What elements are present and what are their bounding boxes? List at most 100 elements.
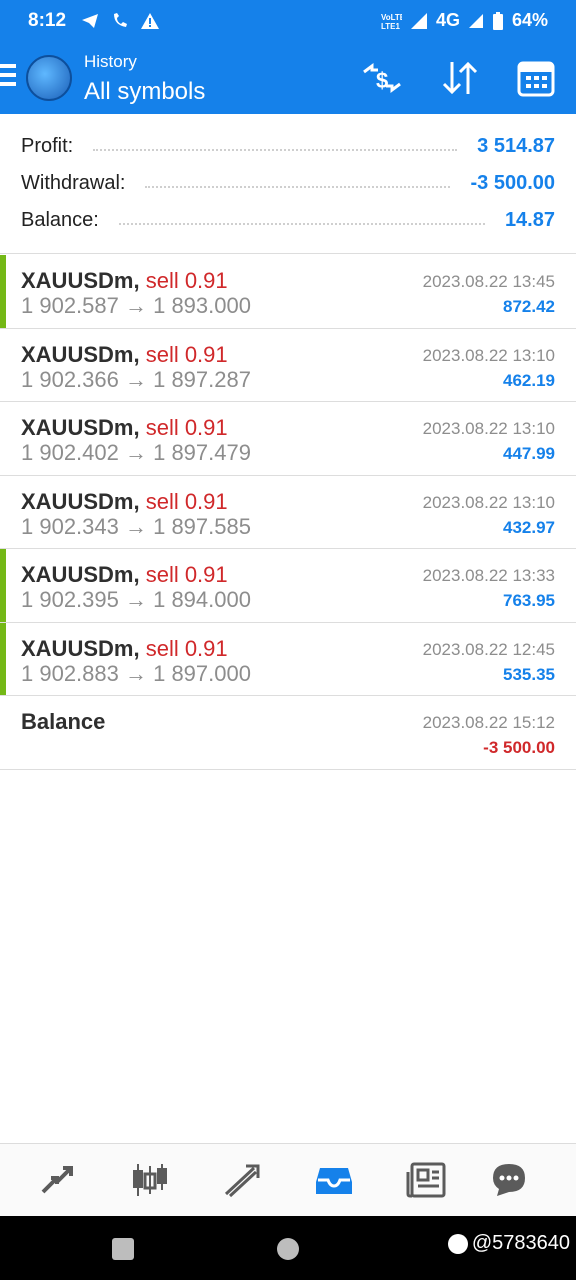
balance-operation-row[interactable]: Balance 2023.08.22 15:12 -3 500.00 bbox=[0, 696, 576, 770]
deal-symbol-line: XAUUSDm, sell 0.91 bbox=[21, 342, 228, 368]
deal-row[interactable]: XAUUSDm, sell 0.91 1 902.366 → 1 897.287… bbox=[0, 329, 576, 402]
dotted-leader bbox=[118, 223, 485, 225]
trade-icon[interactable] bbox=[222, 1160, 262, 1200]
watermark: @5783640 bbox=[447, 1232, 570, 1255]
svg-text:LTE1: LTE1 bbox=[381, 22, 401, 31]
deal-datetime: 2023.08.22 13:10 bbox=[422, 345, 555, 365]
svg-text:VoLTE: VoLTE bbox=[381, 13, 402, 22]
app-logo bbox=[26, 55, 72, 101]
header-subtitle: History bbox=[84, 52, 137, 71]
wifi-call-icon bbox=[114, 13, 127, 27]
battery-icon bbox=[492, 11, 503, 30]
status-time: 8:12 bbox=[28, 10, 67, 31]
status-right: VoLTELTE1 4G 64% bbox=[380, 10, 548, 31]
deal-prices: 1 902.395 → 1 894.000 bbox=[21, 587, 251, 612]
deal-row[interactable]: XAUUSDm, sell 0.91 1 902.587 → 1 893.000… bbox=[0, 255, 576, 329]
deal-profit: 872.42 bbox=[503, 297, 555, 316]
deals-list: XAUUSDm, sell 0.91 1 902.587 → 1 893.000… bbox=[0, 255, 576, 770]
recents-button[interactable] bbox=[112, 1238, 134, 1260]
deal-symbol-line: XAUUSDm, sell 0.91 bbox=[21, 415, 228, 441]
news-icon[interactable] bbox=[406, 1160, 446, 1200]
signal-icon bbox=[410, 12, 427, 29]
profit-value: 3 514.87 bbox=[477, 134, 555, 157]
deal-profit: 763.95 bbox=[503, 591, 555, 610]
history-icon[interactable] bbox=[314, 1160, 354, 1200]
deal-symbol: XAUUSDm, bbox=[21, 268, 140, 293]
deal-prices: 1 902.366 → 1 897.287 bbox=[21, 366, 251, 392]
profit-label: Profit: bbox=[21, 134, 74, 157]
volte-icon: VoLTELTE1 bbox=[381, 13, 402, 31]
deal-profit: 535.35 bbox=[503, 664, 555, 684]
deal-row[interactable]: XAUUSDm, sell 0.91 1 902.395 → 1 894.000… bbox=[0, 549, 576, 623]
sort-icon[interactable] bbox=[440, 58, 480, 98]
deal-datetime: 2023.08.22 13:10 bbox=[422, 492, 555, 512]
header-title[interactable]: All symbols bbox=[84, 78, 205, 106]
deal-datetime: 2023.08.22 13:33 bbox=[422, 566, 555, 585]
telegram-icon bbox=[82, 14, 98, 28]
top-bar: 8:12 VoLTELTE1 4G 64% History All symbol… bbox=[0, 0, 576, 114]
withdrawal-value: -3 500.00 bbox=[470, 171, 555, 194]
currency-exchange-icon[interactable]: $ bbox=[360, 58, 404, 98]
deal-datetime: 2023.08.22 12:45 bbox=[422, 639, 555, 659]
chat-icon[interactable] bbox=[489, 1160, 529, 1200]
deal-symbol: XAUUSDm, bbox=[21, 488, 140, 514]
deal-prices: 1 902.883 → 1 897.000 bbox=[21, 660, 251, 686]
balance-value: 14.87 bbox=[504, 208, 555, 231]
deal-datetime: 2023.08.22 13:45 bbox=[422, 272, 555, 291]
profit-indicator-bar bbox=[0, 255, 6, 328]
balance-row: Balance: 14.87 bbox=[21, 204, 555, 236]
deal-datetime: 2023.08.22 13:10 bbox=[422, 419, 555, 438]
deal-symbol: XAUUSDm, bbox=[21, 415, 140, 440]
deal-prices: 1 902.587 → 1 893.000 bbox=[21, 293, 251, 318]
balance-label: Balance: bbox=[21, 208, 99, 231]
deal-side: sell 0.91 bbox=[145, 562, 228, 587]
network-type: 4G bbox=[435, 10, 460, 30]
history-summary: Profit: 3 514.87 Withdrawal: -3 500.00 B… bbox=[0, 114, 576, 254]
withdrawal-row: Withdrawal: -3 500.00 bbox=[21, 167, 555, 199]
balance-operation-datetime: 2023.08.22 15:12 bbox=[422, 713, 555, 732]
deal-side: sell 0.91 bbox=[145, 635, 228, 661]
profit-indicator-bar bbox=[0, 549, 6, 622]
watermark-text: @5783640 bbox=[471, 1232, 570, 1254]
system-navigation-bar: @5783640 bbox=[0, 1216, 576, 1280]
deal-symbol-line: XAUUSDm, sell 0.91 bbox=[21, 562, 228, 588]
balance-operation-label: Balance bbox=[21, 709, 106, 734]
deal-profit: 432.97 bbox=[503, 517, 555, 537]
watermark-logo-icon bbox=[447, 1233, 468, 1254]
signal-icon-2 bbox=[468, 13, 483, 28]
dotted-leader bbox=[93, 149, 458, 151]
deal-symbol-line: XAUUSDm, sell 0.91 bbox=[21, 636, 228, 662]
withdrawal-label: Withdrawal: bbox=[21, 171, 126, 194]
deal-side: sell 0.91 bbox=[145, 415, 228, 440]
deal-symbol: XAUUSDm, bbox=[21, 562, 140, 587]
deal-side: sell 0.91 bbox=[145, 268, 228, 293]
deal-symbol: XAUUSDm, bbox=[21, 341, 140, 367]
bottom-navigation bbox=[0, 1143, 576, 1216]
balance-operation-amount: -3 500.00 bbox=[483, 738, 555, 757]
deal-profit: 447.99 bbox=[503, 444, 555, 463]
deal-side: sell 0.91 bbox=[145, 488, 228, 514]
deal-row[interactable]: XAUUSDm, sell 0.91 1 902.883 → 1 897.000… bbox=[0, 622, 576, 696]
chart-icon[interactable] bbox=[130, 1160, 170, 1200]
deal-profit: 462.19 bbox=[503, 370, 555, 390]
quotes-icon[interactable] bbox=[37, 1160, 77, 1200]
deal-side: sell 0.91 bbox=[145, 341, 228, 367]
status-notification-icons bbox=[80, 11, 160, 31]
deal-prices: 1 902.402 → 1 897.479 bbox=[21, 440, 251, 465]
menu-icon[interactable] bbox=[0, 64, 16, 91]
calendar-icon[interactable] bbox=[517, 58, 555, 98]
deal-symbol: XAUUSDm, bbox=[21, 635, 140, 661]
deal-row[interactable]: XAUUSDm, sell 0.91 1 902.402 → 1 897.479… bbox=[0, 402, 576, 476]
profit-indicator-bar bbox=[0, 622, 6, 695]
battery-percent: 64% bbox=[511, 10, 548, 30]
deal-row[interactable]: XAUUSDm, sell 0.91 1 902.343 → 1 897.585… bbox=[0, 476, 576, 549]
deal-symbol-line: XAUUSDm, sell 0.91 bbox=[21, 489, 228, 515]
deal-symbol-line: XAUUSDm, sell 0.91 bbox=[21, 268, 228, 294]
deal-prices: 1 902.343 → 1 897.585 bbox=[21, 513, 251, 539]
status-bar: 8:12 VoLTELTE1 4G 64% bbox=[0, 0, 576, 44]
profit-row: Profit: 3 514.87 bbox=[21, 130, 555, 162]
warning-icon bbox=[141, 13, 159, 29]
dotted-leader bbox=[145, 186, 451, 188]
svg-text:$: $ bbox=[376, 68, 388, 93]
home-button[interactable] bbox=[277, 1238, 299, 1260]
